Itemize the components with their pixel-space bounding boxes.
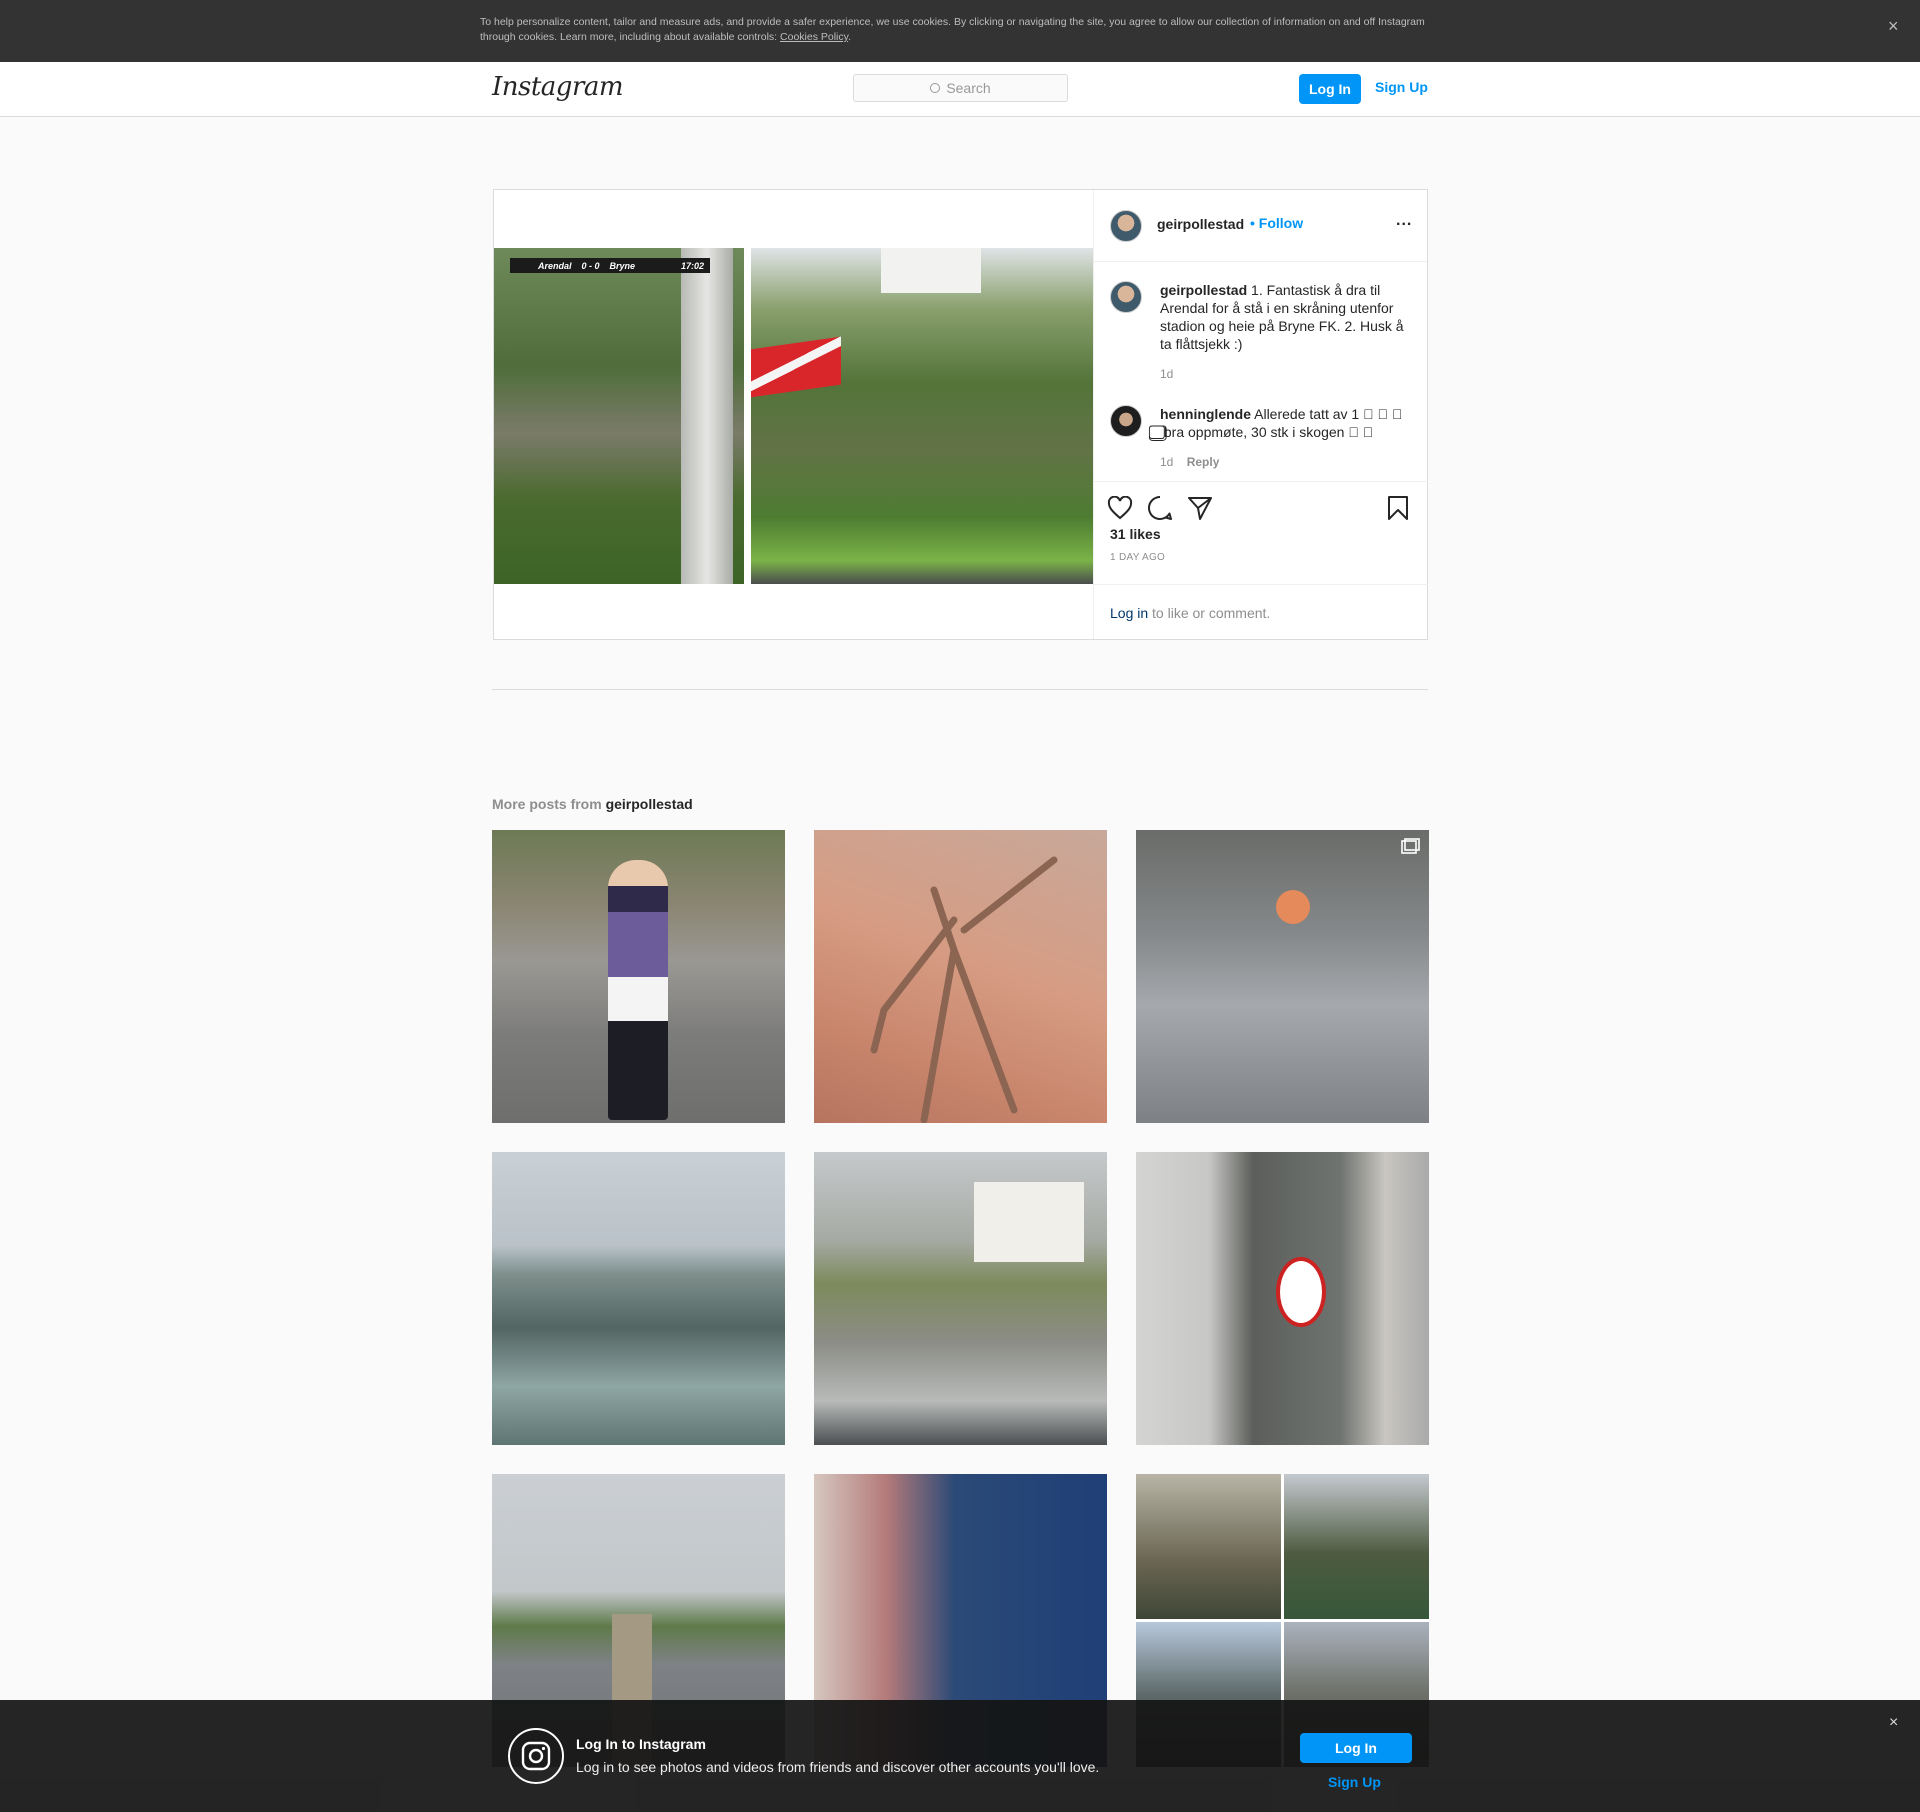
signup-link[interactable]: Sign Up: [1375, 79, 1428, 95]
comment-meta: 1d: [1160, 367, 1410, 381]
cookie-banner: To help personalize content, tailor and …: [0, 0, 1920, 62]
cookies-policy-link[interactable]: Cookies Policy: [780, 31, 848, 43]
search-icon: [930, 83, 941, 93]
more-posts-heading: More posts from geirpollestad: [492, 796, 693, 812]
more-posts-prefix: More posts from: [492, 796, 606, 812]
comment-body: geirpollestad 1. Fantastisk å dra til Ar…: [1160, 281, 1410, 353]
comment-list: geirpollestad 1. Fantastisk å dra til Ar…: [1094, 263, 1428, 481]
heart-icon[interactable]: [1106, 494, 1134, 522]
reply-button[interactable]: Reply: [1187, 455, 1220, 469]
post-sidebar: geirpollestad • Follow ... geirpollestad…: [1093, 190, 1428, 639]
cookie-close-icon[interactable]: ×: [1888, 16, 1899, 37]
commenter-avatar[interactable]: [1110, 405, 1142, 437]
post-header: geirpollestad • Follow ...: [1094, 190, 1427, 262]
collage-field: [1284, 1474, 1429, 1619]
cookie-text: To help personalize content, tailor and …: [480, 15, 1425, 45]
photo-cliff: [494, 248, 744, 584]
tile-house: [974, 1182, 1084, 1262]
collage-cross: [1136, 1474, 1281, 1619]
grid-post-elevator[interactable]: [1136, 1152, 1429, 1445]
scoreboard-overlay: Arendal 0 - 0 Bryne 17:02: [510, 258, 710, 273]
tile-figure: [608, 860, 668, 1120]
photo-flag: [751, 336, 841, 398]
comment-username[interactable]: geirpollestad: [1160, 282, 1247, 298]
scoreboard-score: 0 - 0: [581, 260, 600, 271]
post-timestamp: 1 DAY AGO: [1110, 552, 1166, 563]
search-input[interactable]: Search: [853, 74, 1068, 102]
login-banner: Log In to Instagram Log in to see photos…: [0, 1700, 1920, 1812]
grid-post-girl[interactable]: [492, 830, 785, 1123]
comment-body: henninglende Allerede tatt av 1 ⃣ ⃣ ⃣ ⃣ …: [1160, 405, 1410, 441]
banner-close-icon[interactable]: ×: [1889, 1714, 1898, 1732]
post-card: Arendal 0 - 0 Bryne 17:02 geirpollestad …: [493, 189, 1428, 640]
photo-stadium: [751, 248, 1093, 584]
banner-login-button[interactable]: Log In: [1300, 1733, 1412, 1763]
login-prompt-text: to like or comment.: [1148, 605, 1271, 621]
more-posts-user[interactable]: geirpollestad: [606, 796, 693, 812]
owner-avatar[interactable]: [1110, 210, 1142, 242]
comment-username[interactable]: henninglende: [1160, 406, 1251, 422]
grid-post-insect[interactable]: [814, 830, 1107, 1123]
comment-time: 1d: [1160, 455, 1174, 469]
commenter-avatar[interactable]: [1110, 281, 1142, 313]
login-prompt: Log in to like or comment.: [1094, 584, 1428, 639]
banner-signup-link[interactable]: Sign Up: [1328, 1774, 1381, 1790]
photo-pole: [681, 248, 733, 584]
tile-insect-drawing: [870, 856, 1058, 1123]
post-photo[interactable]: Arendal 0 - 0 Bryne 17:02: [494, 248, 1093, 584]
camera-icon: [1401, 838, 1421, 859]
follow-button[interactable]: • Follow: [1250, 215, 1303, 231]
more-options-icon[interactable]: ...: [1396, 212, 1412, 230]
comment-item: geirpollestad 1. Fantastisk å dra til Ar…: [1110, 281, 1410, 381]
instagram-glyph-icon: [508, 1728, 564, 1784]
comment-time: 1d: [1160, 367, 1174, 381]
grid-post-rocks[interactable]: [492, 1152, 785, 1445]
scoreboard-time: 17:02: [680, 260, 704, 271]
comment-icon[interactable]: [1146, 494, 1174, 522]
cookie-message: To help personalize content, tailor and …: [480, 16, 1425, 43]
grid-post-road[interactable]: [814, 1152, 1107, 1445]
likes-count[interactable]: 31 likes: [1110, 526, 1161, 542]
photo-divider: [744, 248, 751, 584]
grid-post-stream[interactable]: [1136, 830, 1429, 1123]
photo-house: [881, 248, 981, 293]
comment-meta: 1d Reply: [1160, 455, 1410, 469]
post-actions: 31 likes 1 DAY AGO: [1094, 481, 1428, 575]
login-banner-subtitle: Log in to see photos and videos from fri…: [576, 1759, 1100, 1775]
owner-username[interactable]: geirpollestad: [1157, 216, 1244, 232]
top-nav: Instagram Search Log In Sign Up: [0, 62, 1920, 117]
search-placeholder: Search: [946, 80, 991, 96]
scoreboard-home: Arendal: [538, 260, 572, 271]
section-divider: [492, 689, 1428, 690]
share-icon[interactable]: [1186, 494, 1214, 522]
bookmark-icon[interactable]: [1384, 494, 1412, 522]
login-button[interactable]: Log In: [1299, 74, 1361, 104]
login-banner-title: Log In to Instagram: [576, 1736, 706, 1752]
login-link[interactable]: Log in: [1110, 605, 1148, 621]
scoreboard-away: Bryne: [609, 260, 636, 271]
cookie-period: .: [848, 31, 852, 43]
post-media: Arendal 0 - 0 Bryne 17:02: [494, 190, 1093, 639]
instagram-logo[interactable]: Instagram: [492, 72, 624, 102]
tile-sign: [1276, 1257, 1326, 1327]
comment-item: henninglende Allerede tatt av 1 ⃣ ⃣ ⃣ ⃣ …: [1110, 405, 1410, 469]
tile-object: [1276, 890, 1310, 924]
